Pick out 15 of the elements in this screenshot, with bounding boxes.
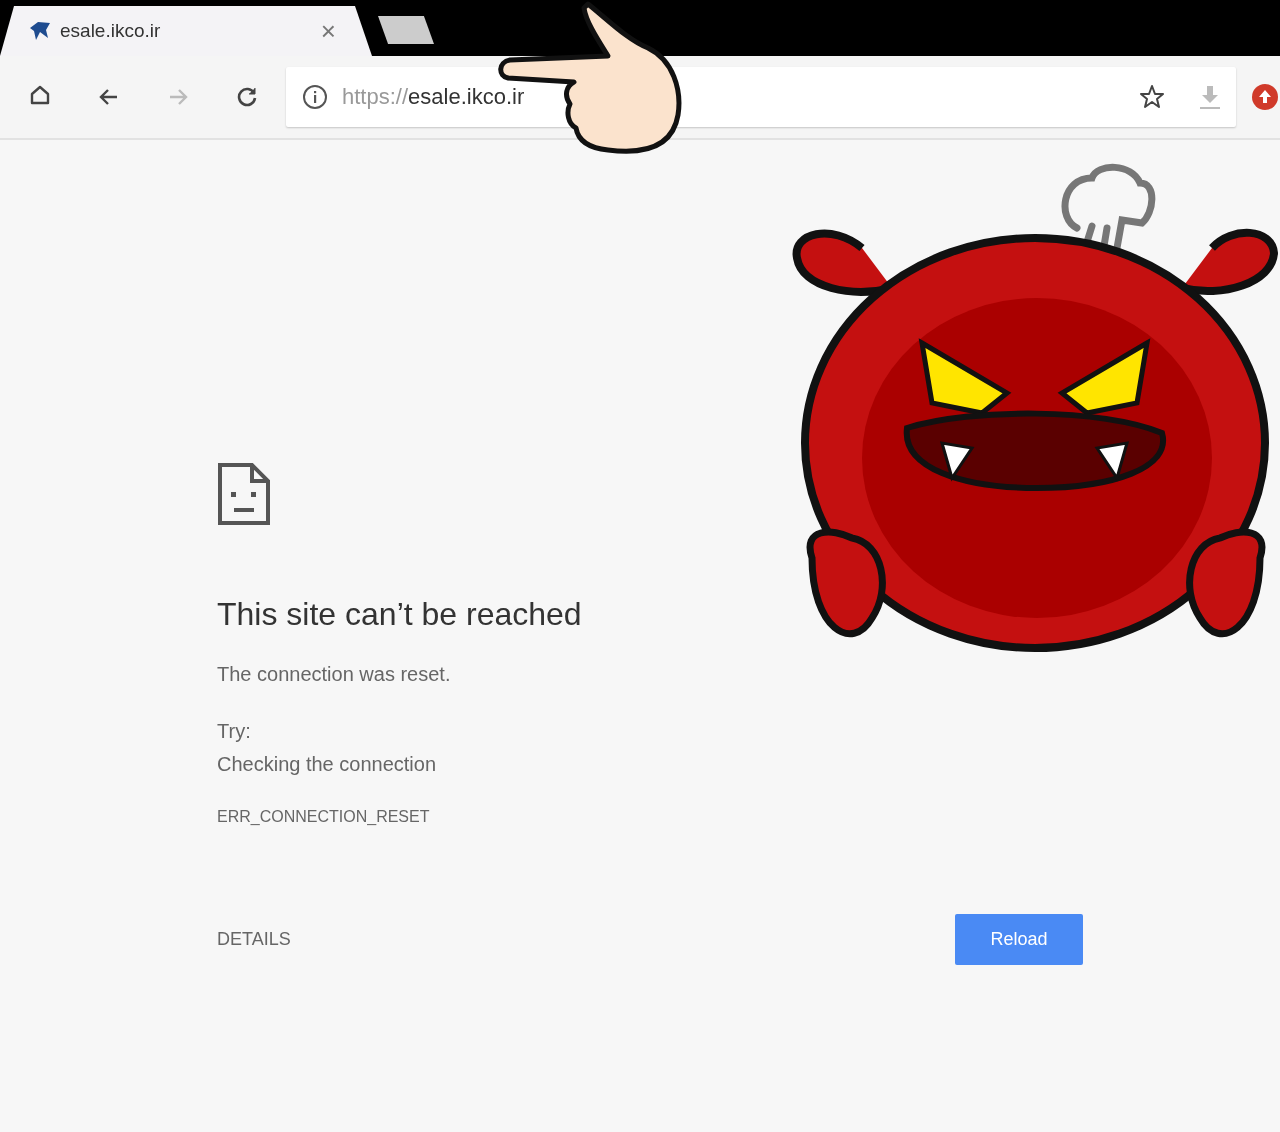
- info-icon[interactable]: [302, 84, 328, 110]
- reload-button[interactable]: Reload: [955, 914, 1083, 965]
- tab-title: esale.ikco.ir: [60, 20, 162, 42]
- suggestion-text: Checking the connection: [217, 753, 438, 776]
- sad-document-icon: [217, 462, 271, 526]
- star-icon[interactable]: [1138, 83, 1166, 111]
- error-title: This site can’t be reached: [217, 596, 583, 633]
- try-label: Try:: [217, 720, 252, 743]
- error-message: The connection was reset.: [217, 663, 452, 686]
- error-code: ERR_CONNECTION_RESET: [217, 808, 431, 826]
- url-text: https://esale.ikco.ir: [342, 84, 526, 110]
- upload-badge-icon[interactable]: [1252, 84, 1278, 110]
- details-button[interactable]: DETAILS: [217, 929, 291, 950]
- tab-close-button[interactable]: ×: [320, 18, 336, 44]
- browser-tab[interactable]: esale.ikco.ir ×: [0, 6, 372, 56]
